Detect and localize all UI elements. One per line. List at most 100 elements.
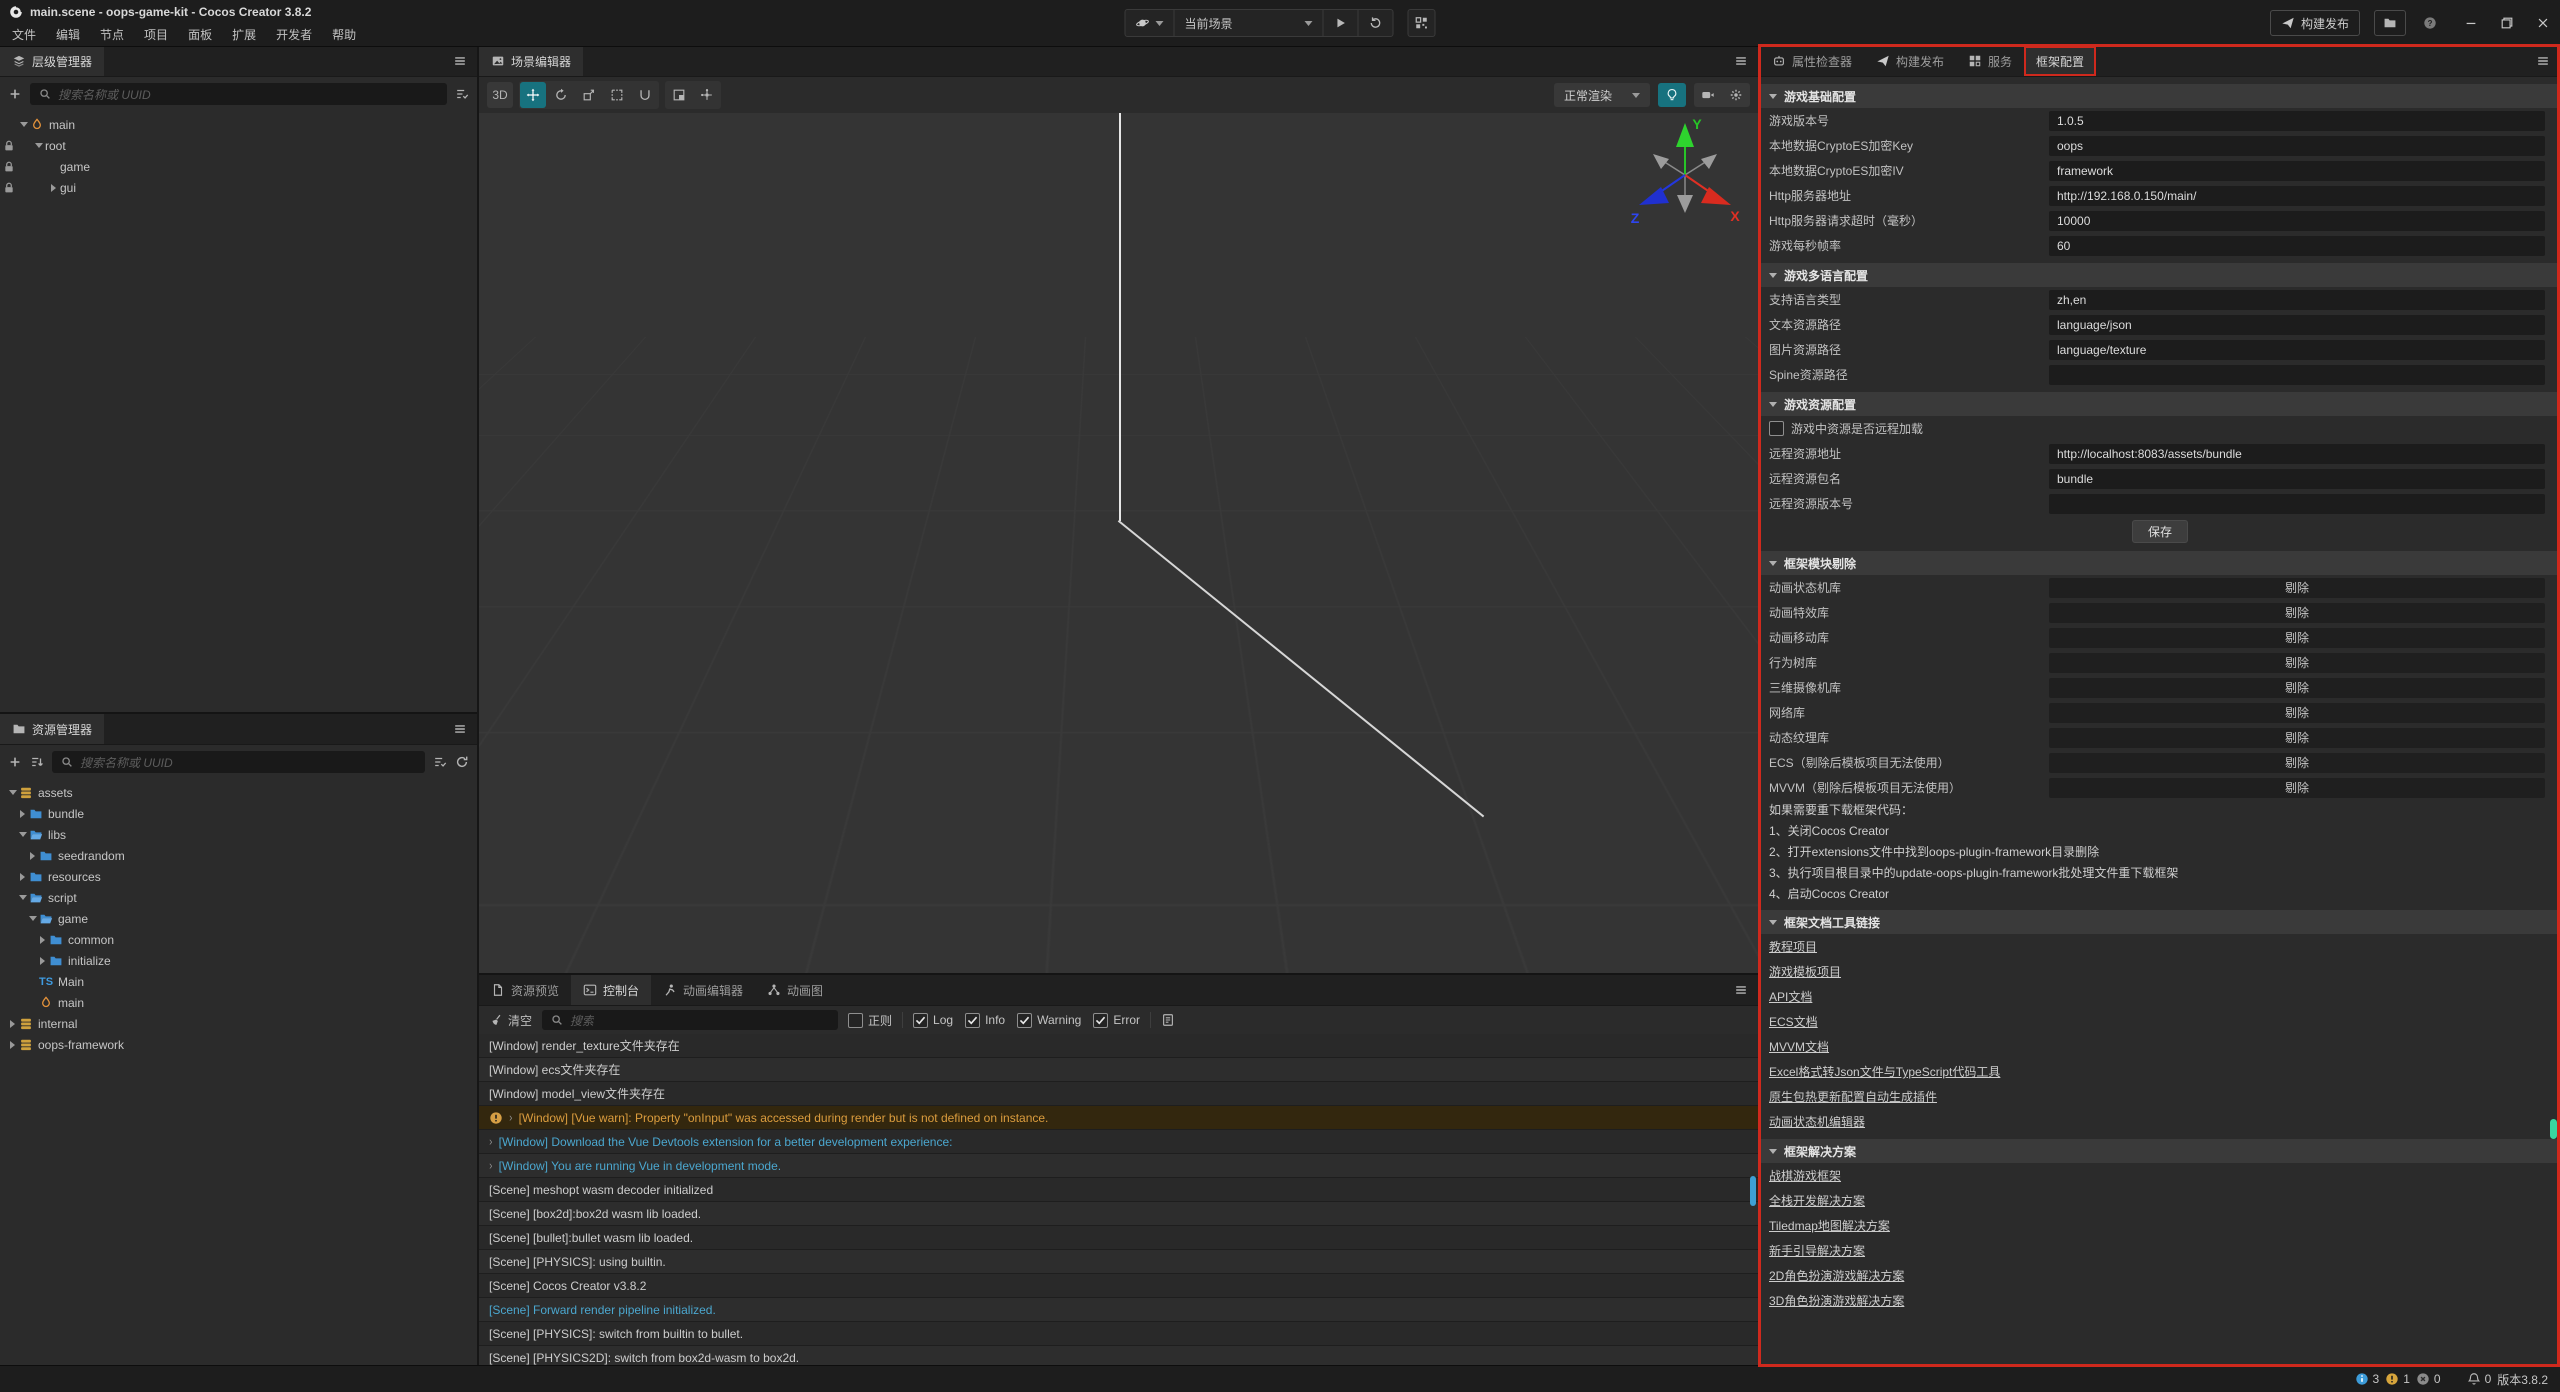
tree-node-script[interactable]: script [0, 887, 477, 908]
rotate-tool-button[interactable] [548, 82, 574, 108]
menu-item-4[interactable]: 面板 [178, 26, 222, 43]
filter-checkbox-error[interactable]: Error [1093, 1013, 1140, 1028]
tree-node-internal[interactable]: internal [0, 1013, 477, 1034]
tree-node-game[interactable]: game [0, 908, 477, 929]
log-row[interactable]: ›[Window] Download the Vue Devtools exte… [479, 1130, 1758, 1154]
sort-button[interactable] [30, 755, 44, 769]
tab-console[interactable]: 控制台 [571, 975, 651, 1005]
log-row[interactable]: [Scene] [PHYSICS2D]: switch from box2d-w… [479, 1346, 1758, 1366]
assets-menu-button[interactable] [443, 714, 477, 744]
section-header[interactable]: 游戏基础配置 [1760, 84, 2560, 108]
caret-right-icon[interactable] [16, 810, 29, 818]
scene-menu-button[interactable] [1724, 46, 1758, 76]
caret-right-icon[interactable] [47, 184, 60, 192]
filter-checkbox-warning[interactable]: Warning [1017, 1013, 1081, 1028]
scene-viewport[interactable]: Y X Z [479, 113, 1758, 973]
inspector-menu-button[interactable] [2526, 46, 2560, 76]
open-project-folder-button[interactable] [2374, 10, 2406, 36]
tree-node-Main[interactable]: TSMain [0, 971, 477, 992]
log-row[interactable]: [Window] model_view文件夹存在 [479, 1082, 1758, 1106]
section-header[interactable]: 框架模块剔除 [1760, 551, 2560, 575]
move-tool-button[interactable] [520, 82, 546, 108]
remove-module-button[interactable]: 剔除 [2049, 603, 2545, 623]
tab-scene-editor[interactable]: 场景编辑器 [479, 46, 583, 76]
help-button[interactable]: ? [2420, 13, 2440, 33]
caret-down-icon[interactable] [6, 790, 19, 795]
refresh-button[interactable] [455, 755, 469, 769]
caret-right-icon[interactable] [16, 873, 29, 881]
menu-item-6[interactable]: 开发者 [266, 26, 322, 43]
doc-link[interactable]: MVVM文档 [1769, 1038, 1829, 1055]
section-header[interactable]: 游戏资源配置 [1760, 392, 2560, 416]
tree-node-root[interactable]: root [0, 135, 477, 156]
remove-module-button[interactable]: 剔除 [2049, 753, 2545, 773]
field-input[interactable]: zh,en [2049, 290, 2545, 310]
status-info-counter[interactable]: 3 [2355, 1372, 2380, 1386]
remove-module-button[interactable]: 剔除 [2049, 653, 2545, 673]
field-input[interactable]: oops [2049, 136, 2545, 156]
caret-right-icon[interactable] [36, 936, 49, 944]
field-input[interactable] [2049, 494, 2545, 514]
tree-node-game[interactable]: game [0, 156, 477, 177]
doc-link[interactable]: 原生包热更新配置自动生成插件 [1769, 1088, 1937, 1105]
filter-checkbox-log[interactable]: Log [913, 1013, 953, 1028]
checkbox-row[interactable]: 游戏中资源是否远程加载 [1760, 416, 2560, 441]
pivot-toggle-button[interactable] [666, 82, 692, 108]
doc-link[interactable]: API文档 [1769, 988, 1812, 1005]
filter-checkbox-info[interactable]: Info [965, 1013, 1005, 1028]
restore-button[interactable] [2500, 16, 2514, 30]
orientation-gizmo[interactable]: Y X Z [1625, 113, 1745, 231]
menu-item-3[interactable]: 项目 [134, 26, 178, 43]
tab-build-publish[interactable]: 构建发布 [1864, 46, 1956, 76]
caret-right-icon[interactable] [6, 1020, 19, 1028]
console-menu-button[interactable] [1724, 975, 1758, 1005]
coordinate-toggle-button[interactable] [694, 82, 720, 108]
doc-link[interactable]: 全栈开发解决方案 [1769, 1192, 1865, 1209]
ui-transform-tool-button[interactable] [632, 82, 658, 108]
restart-button[interactable] [1359, 10, 1393, 36]
doc-link[interactable]: 新手引导解决方案 [1769, 1242, 1865, 1259]
tab-hierarchy[interactable]: 层级管理器 [0, 46, 104, 76]
field-input[interactable]: 10000 [2049, 211, 2545, 231]
tree-node-main[interactable]: main [0, 992, 477, 1013]
field-input[interactable]: framework [2049, 161, 2545, 181]
scene-select-dropdown[interactable]: 当前场景 [1175, 10, 1324, 36]
caret-right-icon[interactable] [36, 957, 49, 965]
remove-module-button[interactable]: 剔除 [2049, 778, 2545, 798]
log-row[interactable]: [Scene] Forward render pipeline initiali… [479, 1298, 1758, 1322]
doc-link[interactable]: 战棋游戏框架 [1769, 1167, 1841, 1184]
clear-console-button[interactable]: 清空 [489, 1012, 532, 1029]
qrcode-button[interactable] [1408, 9, 1436, 37]
log-row[interactable]: ›[Window] You are running Vue in develop… [479, 1154, 1758, 1178]
menu-item-2[interactable]: 节点 [90, 26, 134, 43]
caret-down-icon[interactable] [17, 122, 30, 127]
menu-item-1[interactable]: 编辑 [46, 26, 90, 43]
mode-2d3d-toggle[interactable]: 3D [487, 82, 513, 108]
console-scrollbar-thumb[interactable] [1750, 1176, 1756, 1206]
section-header[interactable]: 框架文档工具链接 [1760, 910, 2560, 934]
menu-item-5[interactable]: 扩展 [222, 26, 266, 43]
filter-button[interactable] [455, 87, 469, 101]
log-row[interactable]: [Scene] [bullet]:bullet wasm lib loaded. [479, 1226, 1758, 1250]
caret-right-icon[interactable] [6, 1041, 19, 1049]
menu-item-7[interactable]: 帮助 [322, 26, 366, 43]
log-row[interactable]: [Window] render_texture文件夹存在 [479, 1034, 1758, 1058]
caret-down-icon[interactable] [32, 143, 45, 148]
log-file-button[interactable] [1161, 1013, 1175, 1027]
doc-link[interactable]: 2D角色扮演游戏解决方案 [1769, 1267, 1904, 1284]
tree-node-assets[interactable]: assets [0, 782, 477, 803]
field-input[interactable]: 60 [2049, 236, 2545, 256]
field-input[interactable]: bundle [2049, 469, 2545, 489]
remove-module-button[interactable]: 剔除 [2049, 578, 2545, 598]
tab-asset-preview[interactable]: 资源预览 [479, 975, 571, 1005]
status-error-counter[interactable]: 0 [2416, 1372, 2441, 1386]
log-row[interactable]: [Scene] [PHYSICS]: switch from builtin t… [479, 1322, 1758, 1346]
tree-node-oops-framework[interactable]: oops-framework [0, 1034, 477, 1055]
lighting-toggle-button[interactable] [1658, 83, 1686, 107]
lock-icon[interactable] [0, 160, 17, 174]
remove-module-button[interactable]: 剔除 [2049, 628, 2545, 648]
field-input[interactable]: language/json [2049, 315, 2545, 335]
render-mode-dropdown[interactable]: 正常渲染 [1554, 83, 1650, 107]
remove-module-button[interactable]: 剔除 [2049, 678, 2545, 698]
doc-link[interactable]: 动画状态机编辑器 [1769, 1113, 1865, 1130]
